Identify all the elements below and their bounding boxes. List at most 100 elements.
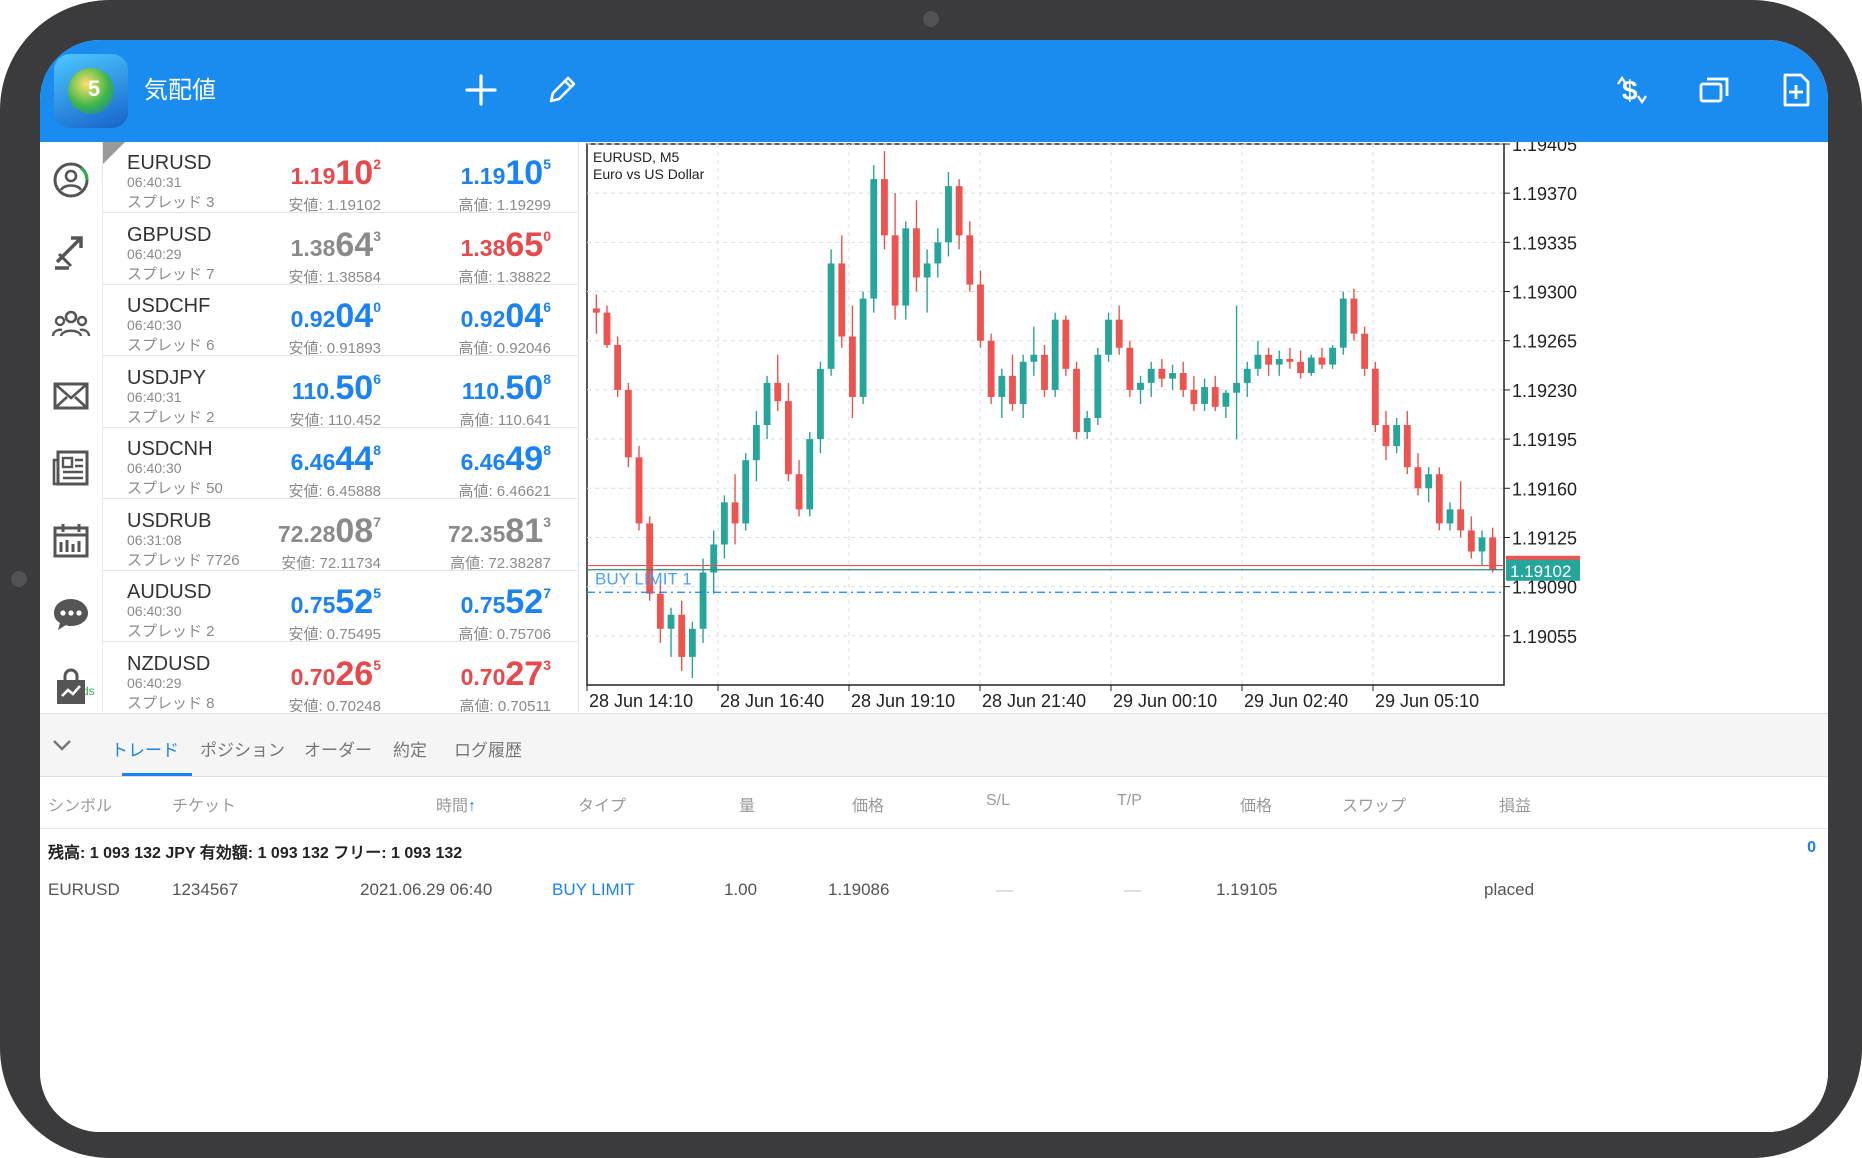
col-swap[interactable]: スワップ <box>1342 792 1406 816</box>
candle-body <box>977 284 984 341</box>
candle-body <box>806 439 814 510</box>
tab-positions[interactable]: ポジション <box>200 736 285 761</box>
col-time[interactable]: 時間↑ <box>436 792 476 816</box>
candle-body <box>955 186 963 236</box>
low-price: 安値: 110.452 <box>289 411 381 429</box>
bid-price-pips: 50 <box>335 368 374 407</box>
symbol-name: USDCNH <box>127 438 213 460</box>
col-ticket[interactable]: チケット <box>172 792 236 816</box>
col-price[interactable]: 価格 <box>852 792 884 816</box>
new-order-button[interactable] <box>1768 62 1824 118</box>
candle-body <box>1158 368 1166 379</box>
sidebar-item-market[interactable] <box>40 658 102 718</box>
bid-price-point: 7 <box>373 513 381 530</box>
bid-price-pips: 52 <box>335 583 374 621</box>
row-status: placed <box>1484 880 1535 899</box>
bid-price: 0.70265 <box>291 655 381 694</box>
x-tick-label: 29 Jun 05:10 <box>1375 691 1479 711</box>
ask-price-point: 3 <box>543 513 551 530</box>
col-profit[interactable]: 損益 <box>1499 792 1531 816</box>
edit-button[interactable] <box>534 62 590 118</box>
col-volume[interactable]: 量 <box>739 792 755 816</box>
quote-row[interactable]: USDCNH 06:40:30 スプレッド 50 6.46448 6.46498 安値: … <box>103 428 577 500</box>
col-tp[interactable]: T/P <box>1117 792 1142 810</box>
quote-row[interactable]: EURUSD 06:40:31 スプレッド 3 1.19102 1.19105 安値: 1… <box>103 142 577 214</box>
chevron-down-icon[interactable] <box>52 738 72 752</box>
candle-body <box>688 628 696 657</box>
trade-button[interactable]: $ <box>1604 62 1660 118</box>
app-screen: 5 気配値 $ EURUSD 06:40:31 スプレッド 3 1.19102 … <box>40 40 1828 1132</box>
mail-icon <box>53 382 89 410</box>
y-tick-label: 1.19405 <box>1512 142 1577 155</box>
bid-price-pips: 44 <box>335 440 374 478</box>
sidebar-item-chat[interactable] <box>40 584 102 644</box>
tab-deals[interactable]: 約定 <box>393 736 427 761</box>
quote-spread: スプレッド 50 <box>127 480 223 497</box>
bid-price-point: 2 <box>373 156 381 172</box>
candle-body <box>731 502 739 524</box>
terminal-panel: トレード ポジション オーダー 約定 ログ履歴 シンボル チケット 時間↑ タイ… <box>40 713 1828 1132</box>
add-symbol-button[interactable] <box>453 62 509 118</box>
bid-price-prefix: 0.75 <box>290 592 336 618</box>
balance-summary: 残高: 1 093 132 JPY 有効額: 1 093 132 フリー: 1 … <box>48 845 463 862</box>
ask-price-pips: 27 <box>505 654 544 693</box>
tab-orders[interactable]: オーダー <box>304 736 372 761</box>
col-type[interactable]: タイプ <box>578 792 626 816</box>
ask-price-pips: 49 <box>505 440 544 478</box>
high-price: 高値: 1.38822 <box>458 268 551 286</box>
tab-trade[interactable]: トレード <box>111 736 179 761</box>
row-current-price: 1.19105 <box>1216 880 1278 899</box>
quote-row[interactable]: NZDUSD 06:40:29 スプレッド 8 0.70265 0.70273 安値: 0… <box>103 643 577 713</box>
x-tick-label: 28 Jun 21:40 <box>982 691 1086 711</box>
sidebar-item-quotes[interactable] <box>40 150 102 210</box>
sidebar-item-community[interactable] <box>40 294 102 354</box>
quote-spread: スプレッド 2 <box>127 623 215 640</box>
sidebar-item-news[interactable] <box>40 438 102 498</box>
quote-row[interactable]: USDJPY 06:40:31 スプレッド 2 110.506 110.508 安値: 1… <box>103 357 577 429</box>
col-symbol[interactable]: シンボル <box>48 792 112 816</box>
quote-row[interactable]: USDRUB 06:31:08 スプレッド 7726 72.28087 72.35813… <box>103 500 577 572</box>
col-sl[interactable]: S/L <box>986 792 1010 810</box>
candle-body <box>1382 425 1390 447</box>
candle-body <box>1435 474 1443 524</box>
sidebar-item-calendar[interactable] <box>40 510 102 570</box>
quote-row[interactable]: USDCHF 06:40:30 スプレッド 6 0.92040 0.92046 安値: 0… <box>103 285 577 357</box>
candle-body <box>1254 354 1262 369</box>
candle-body <box>1222 392 1230 407</box>
tab-history[interactable]: ログ履歴 <box>454 736 522 761</box>
col-current-price[interactable]: 価格 <box>1240 792 1272 816</box>
y-tick-label: 1.19265 <box>1512 332 1577 352</box>
side-sensor-dot <box>11 571 27 587</box>
ask-price: 1.38650 <box>461 226 551 265</box>
price-chart[interactable]: 1.19405 1.19370 1.19335 1.19300 1.19265 1.192… <box>579 142 1828 712</box>
chart-panel[interactable]: 1.19405 1.19370 1.19335 1.19300 1.19265 1.192… <box>578 142 1828 712</box>
candle-body <box>923 263 931 278</box>
candle-body <box>838 263 846 337</box>
sidebar-item-mail[interactable] <box>40 366 102 426</box>
candle-body <box>987 340 995 397</box>
sidebar-item-trade[interactable] <box>40 222 102 282</box>
quote-row[interactable]: AUDUSD 06:40:30 スプレッド 2 0.75525 0.75527 安値: 0… <box>103 571 577 643</box>
candle-body <box>603 312 611 345</box>
quote-row[interactable]: GBPUSD 06:40:29 スプレッド 7 1.38643 1.38650 安値: 1… <box>103 214 577 286</box>
sidebar: Ads <box>40 142 103 712</box>
bid-price-prefix: 72.28 <box>277 520 336 547</box>
x-tick-label: 28 Jun 19:10 <box>851 691 955 711</box>
quotes-icon <box>53 162 89 198</box>
quote-time: 06:40:29 <box>127 245 182 262</box>
page-title: 気配値 <box>144 77 216 104</box>
candle-body <box>1179 373 1187 390</box>
candle-body <box>1286 358 1294 362</box>
shopping-bag-icon <box>57 668 85 704</box>
y-tick-label: 1.19055 <box>1512 627 1577 647</box>
high-price: 高値: 0.70511 <box>459 697 551 713</box>
quote-spread: スプレッド 3 <box>127 194 215 211</box>
app-logo[interactable]: 5 <box>54 54 128 128</box>
candle-body <box>1425 474 1433 489</box>
low-price: 安値: 1.19102 <box>288 197 381 214</box>
windows-button[interactable] <box>1686 62 1742 118</box>
camera-dot <box>923 11 939 27</box>
ask-price-tag <box>1506 555 1580 560</box>
ask-price-point: 3 <box>543 656 551 673</box>
candle-body <box>1073 368 1080 433</box>
